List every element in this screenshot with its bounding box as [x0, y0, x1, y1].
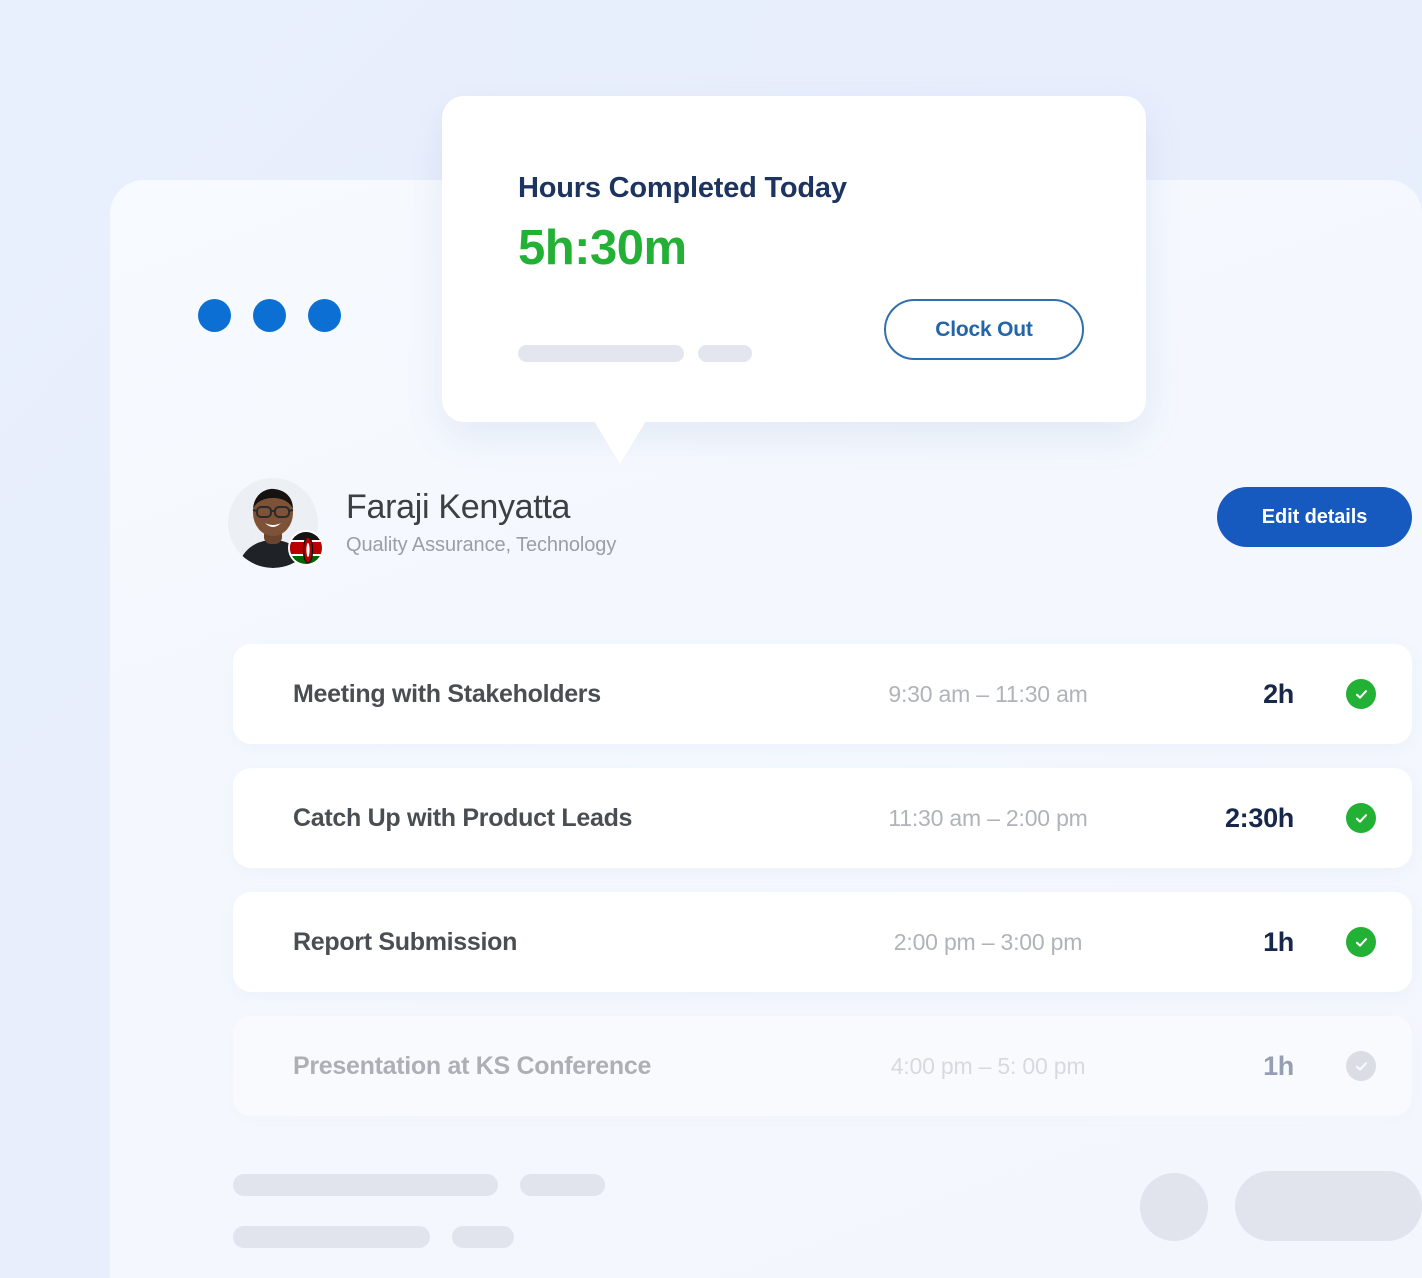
task-status-check-icon[interactable] — [1346, 679, 1376, 709]
task-list: Meeting with Stakeholders 9:30 am – 11:30… — [233, 644, 1412, 1140]
hours-completed-value: 5h:30m — [518, 221, 687, 275]
task-time-range: 4:00 pm – 5: 00 pm — [890, 1052, 1086, 1079]
task-row[interactable]: Presentation at KS Conference 4:00 pm – 5… — [233, 1016, 1412, 1116]
profile-header: Faraji Kenyatta Quality Assurance, Techn… — [228, 478, 616, 568]
profile-role: Quality Assurance, Technology — [346, 534, 617, 557]
window-dot-3[interactable] — [308, 299, 341, 332]
window-dot-1[interactable] — [198, 299, 231, 332]
skeleton-bar-short — [698, 345, 752, 362]
skeleton-bar — [452, 1226, 514, 1248]
skeleton-bar — [233, 1174, 498, 1196]
task-time-range: 9:30 am – 11:30 am — [888, 680, 1088, 707]
window-dot-2[interactable] — [253, 299, 286, 332]
footer-skeleton — [233, 1174, 605, 1248]
skeleton-bar-long — [518, 345, 684, 362]
task-row[interactable]: Meeting with Stakeholders 9:30 am – 11:30… — [233, 644, 1412, 744]
task-duration: 2h — [1263, 678, 1294, 709]
card-skeleton-placeholders — [518, 345, 752, 362]
task-status-check-icon[interactable] — [1346, 1051, 1376, 1081]
hours-card-title: Hours Completed Today — [518, 172, 847, 204]
footer-skeleton-line-2 — [233, 1226, 605, 1248]
task-row[interactable]: Catch Up with Product Leads 11:30 am – 2:… — [233, 768, 1412, 868]
task-row[interactable]: Report Submission 2:00 pm – 3:00 pm 1h — [233, 892, 1412, 992]
skeleton-bar — [520, 1174, 605, 1196]
task-time-range: 11:30 am – 2:00 pm — [888, 804, 1088, 831]
skeleton-bar — [233, 1226, 430, 1248]
task-title: Catch Up with Product Leads — [293, 803, 633, 832]
footer-skeleton-line-1 — [233, 1174, 605, 1196]
kenya-flag-badge — [288, 530, 324, 566]
tooltip-pointer-arrow — [594, 421, 646, 464]
task-duration: 1h — [1263, 1050, 1294, 1081]
task-duration: 2:30h — [1224, 802, 1294, 833]
task-duration: 1h — [1263, 926, 1294, 957]
task-title: Meeting with Stakeholders — [293, 679, 601, 708]
task-title: Presentation at KS Conference — [293, 1051, 652, 1080]
hours-completed-card: Hours Completed Today 5h:30m Clock Out — [442, 96, 1146, 422]
task-status-check-icon[interactable] — [1346, 927, 1376, 957]
task-status-check-icon[interactable] — [1346, 803, 1376, 833]
profile-name: Faraji Kenyatta — [346, 487, 571, 526]
task-title: Report Submission — [293, 927, 518, 956]
edit-details-button[interactable]: Edit details — [1217, 487, 1412, 547]
clock-out-button[interactable]: Clock Out — [884, 299, 1084, 360]
skeleton-avatar-circle — [1140, 1173, 1208, 1241]
window-dots — [198, 299, 341, 332]
task-time-range: 2:00 pm – 3:00 pm — [893, 928, 1083, 955]
skeleton-button-pill — [1235, 1171, 1422, 1241]
profile-text-block: Faraji Kenyatta Quality Assurance, Techn… — [346, 487, 617, 557]
avatar-container[interactable] — [228, 478, 324, 568]
